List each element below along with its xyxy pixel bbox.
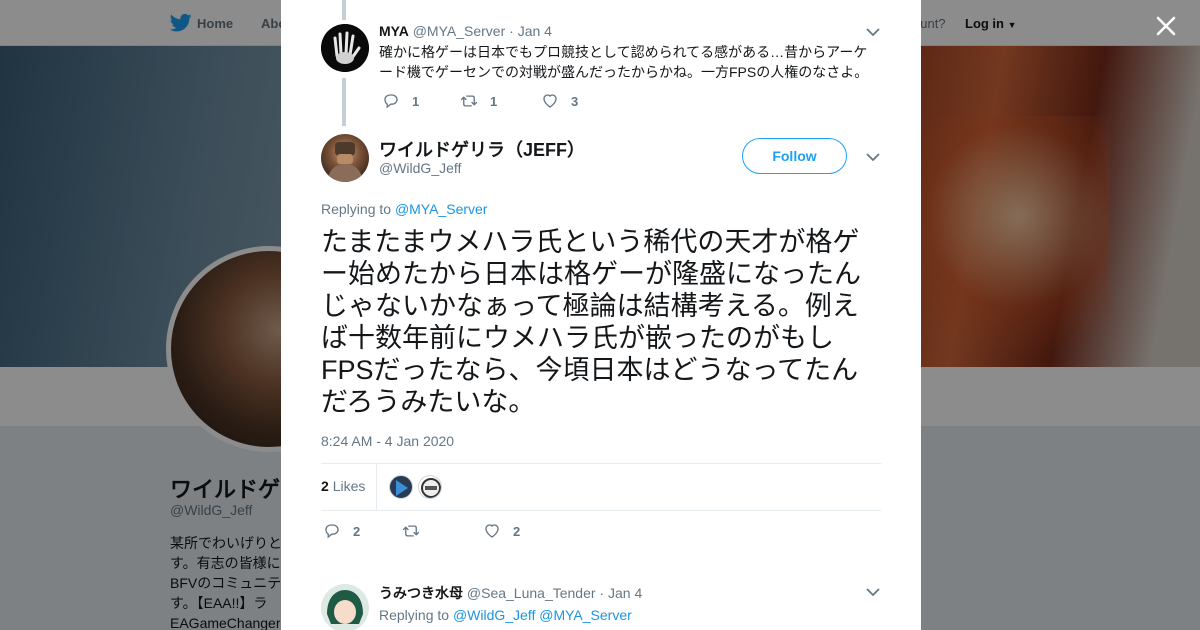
retweet-action[interactable] xyxy=(402,522,432,540)
chevron-down-icon[interactable] xyxy=(866,27,880,37)
tweet-text-line: ード機でゲーセンでの対戦が盛んだったからかね。一方FPSの人権のなさよ。 xyxy=(379,64,869,80)
replying-to: Replying to @WildG_Jeff @MYA_Server xyxy=(379,607,632,623)
tweet-header: MYA @MYA_Server · Jan 4 xyxy=(379,23,552,39)
author-handle[interactable]: @Sea_Luna_Tender xyxy=(467,585,596,601)
liker-avatar[interactable] xyxy=(389,475,413,499)
reply-count: 1 xyxy=(412,93,420,109)
liker-avatar[interactable] xyxy=(418,475,442,499)
tweet-text: たまたまウメハラ氏という稀代の天才が格ゲー始めたから日本は格ゲーが隆盛になったん… xyxy=(321,227,861,417)
retweet-icon xyxy=(402,525,420,537)
tweet-date[interactable]: · Jan 4 xyxy=(509,23,552,39)
divider xyxy=(321,510,881,511)
replying-to-link[interactable]: @MYA_Server xyxy=(395,201,488,217)
section-separator xyxy=(281,562,921,572)
replying-to-link[interactable]: @MYA_Server xyxy=(539,607,632,623)
reply-icon xyxy=(325,524,339,539)
replying-to-prefix: Replying to xyxy=(321,201,392,217)
chevron-down-icon[interactable] xyxy=(866,152,880,162)
hand-icon xyxy=(321,24,369,72)
tweet-text: 確かに格ゲーは日本でもプロ競技として認められてる感がある…昔からアーケ ード機で… xyxy=(379,42,868,82)
author-name[interactable]: ワイルドゲリラ（JEFF） xyxy=(379,136,585,162)
likes-stat-count: 2 xyxy=(321,478,329,494)
like-count: 2 xyxy=(513,523,521,539)
close-icon[interactable] xyxy=(1150,10,1182,42)
tweet-modal: MYA @MYA_Server · Jan 4 確かに格ゲーは日本でもプロ競技と… xyxy=(281,0,921,630)
liker-avatar-icon xyxy=(421,478,441,498)
like-count: 3 xyxy=(571,93,579,109)
anime-avatar-icon xyxy=(327,590,363,624)
author-handle[interactable]: @WildG_Jeff xyxy=(379,160,461,176)
liker-avatar-icon xyxy=(396,480,408,496)
tweet-header: うみつき水母 @Sea_Luna_Tender · Jan 4 xyxy=(379,583,642,603)
reply-action[interactable]: 2 xyxy=(323,522,360,540)
soldier-avatar-icon xyxy=(327,142,363,182)
avatar[interactable] xyxy=(321,24,369,72)
replying-to-link[interactable]: @WildG_Jeff xyxy=(453,607,535,623)
avatar[interactable] xyxy=(321,134,369,182)
divider xyxy=(321,463,881,464)
like-action[interactable]: 2 xyxy=(483,522,520,540)
retweet-count: 1 xyxy=(490,93,498,109)
reply-icon xyxy=(384,94,398,109)
author-name[interactable]: うみつき水母 xyxy=(379,585,463,601)
tweet-timestamp[interactable]: 8:24 AM - 4 Jan 2020 xyxy=(321,433,454,449)
tweet-date[interactable]: · Jan 4 xyxy=(599,585,642,601)
thread-connector xyxy=(342,78,346,126)
avatar[interactable] xyxy=(321,584,369,630)
chevron-down-icon[interactable] xyxy=(866,587,880,597)
retweet-icon xyxy=(460,95,478,107)
replying-to-prefix: Replying to xyxy=(379,607,450,623)
replying-to: Replying to @MYA_Server xyxy=(321,201,487,217)
author-name[interactable]: MYA xyxy=(379,23,409,39)
reply-count: 2 xyxy=(353,523,361,539)
stats-divider xyxy=(376,464,377,510)
author-handle[interactable]: @MYA_Server xyxy=(413,23,506,39)
heart-icon xyxy=(543,94,557,108)
retweet-action[interactable]: 1 xyxy=(460,92,497,110)
reply-action[interactable]: 1 xyxy=(382,92,419,110)
thread-connector xyxy=(342,0,346,20)
tweet-text-line: 確かに格ゲーは日本でもプロ競技として認められてる感がある…昔からアーケ xyxy=(379,44,868,60)
like-action[interactable]: 3 xyxy=(541,92,578,110)
likes-stat[interactable]: 2 Likes xyxy=(321,478,365,494)
heart-icon xyxy=(485,524,499,538)
likes-stat-label: Likes xyxy=(332,478,366,494)
follow-button[interactable]: Follow xyxy=(742,138,847,174)
